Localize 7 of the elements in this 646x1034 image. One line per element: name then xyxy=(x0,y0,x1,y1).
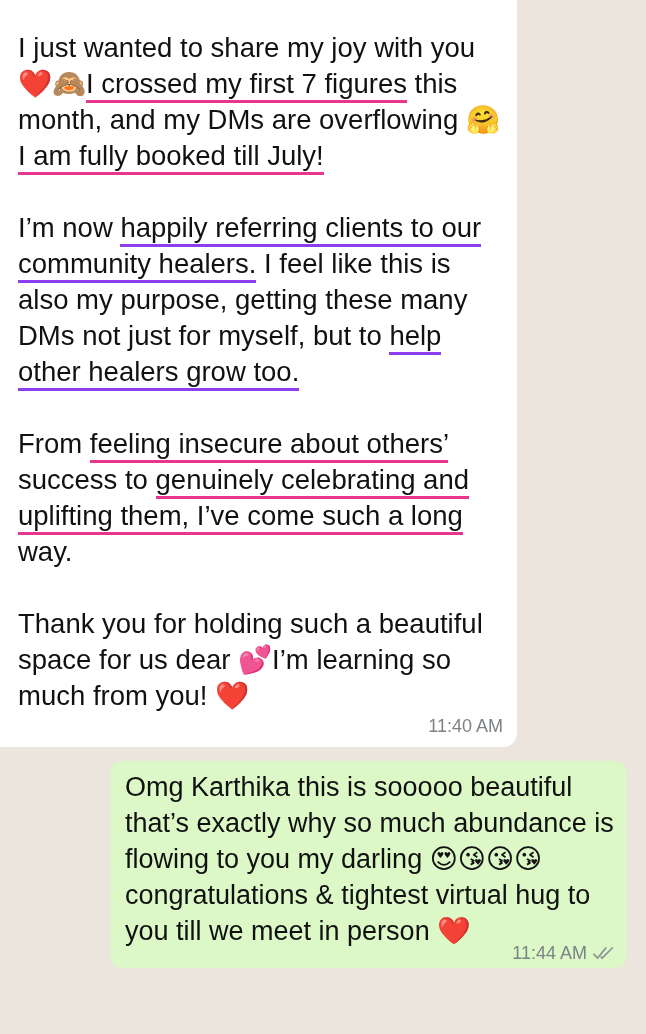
message-text: Thank you for holding such a beautiful space for us dear 💕I’m learning so much from you! ❤ xyxy=(18,607,484,713)
message-time: 11:40 AM xyxy=(428,716,503,737)
message-time: 11:44 AM xyxy=(512,943,587,964)
message-text: Omg Karthika this is sooooo beautiful that’s exactly why so much abundance is flowing to you my darling 😍😘😘😘 congratulations & tightest virtual hug to you till we meet in person ❤ xyxy=(125,771,615,946)
message-text: From feeling insecure about others’ success to genuinely celebrating and uplifting them, I’ve come such a long way. xyxy=(18,427,470,569)
message-text: I just wanted to share my joy with you ❤🙈I crossed my first 7 figures this month, and my DMs are overflowing 🤗 I am fully booked till July! xyxy=(18,30,503,174)
message-text: I’m now happily referring clients to our community healers. I feel like this is also my purpose, getting these many DMs not just for myself, but to help other healers grow too. xyxy=(18,210,503,390)
